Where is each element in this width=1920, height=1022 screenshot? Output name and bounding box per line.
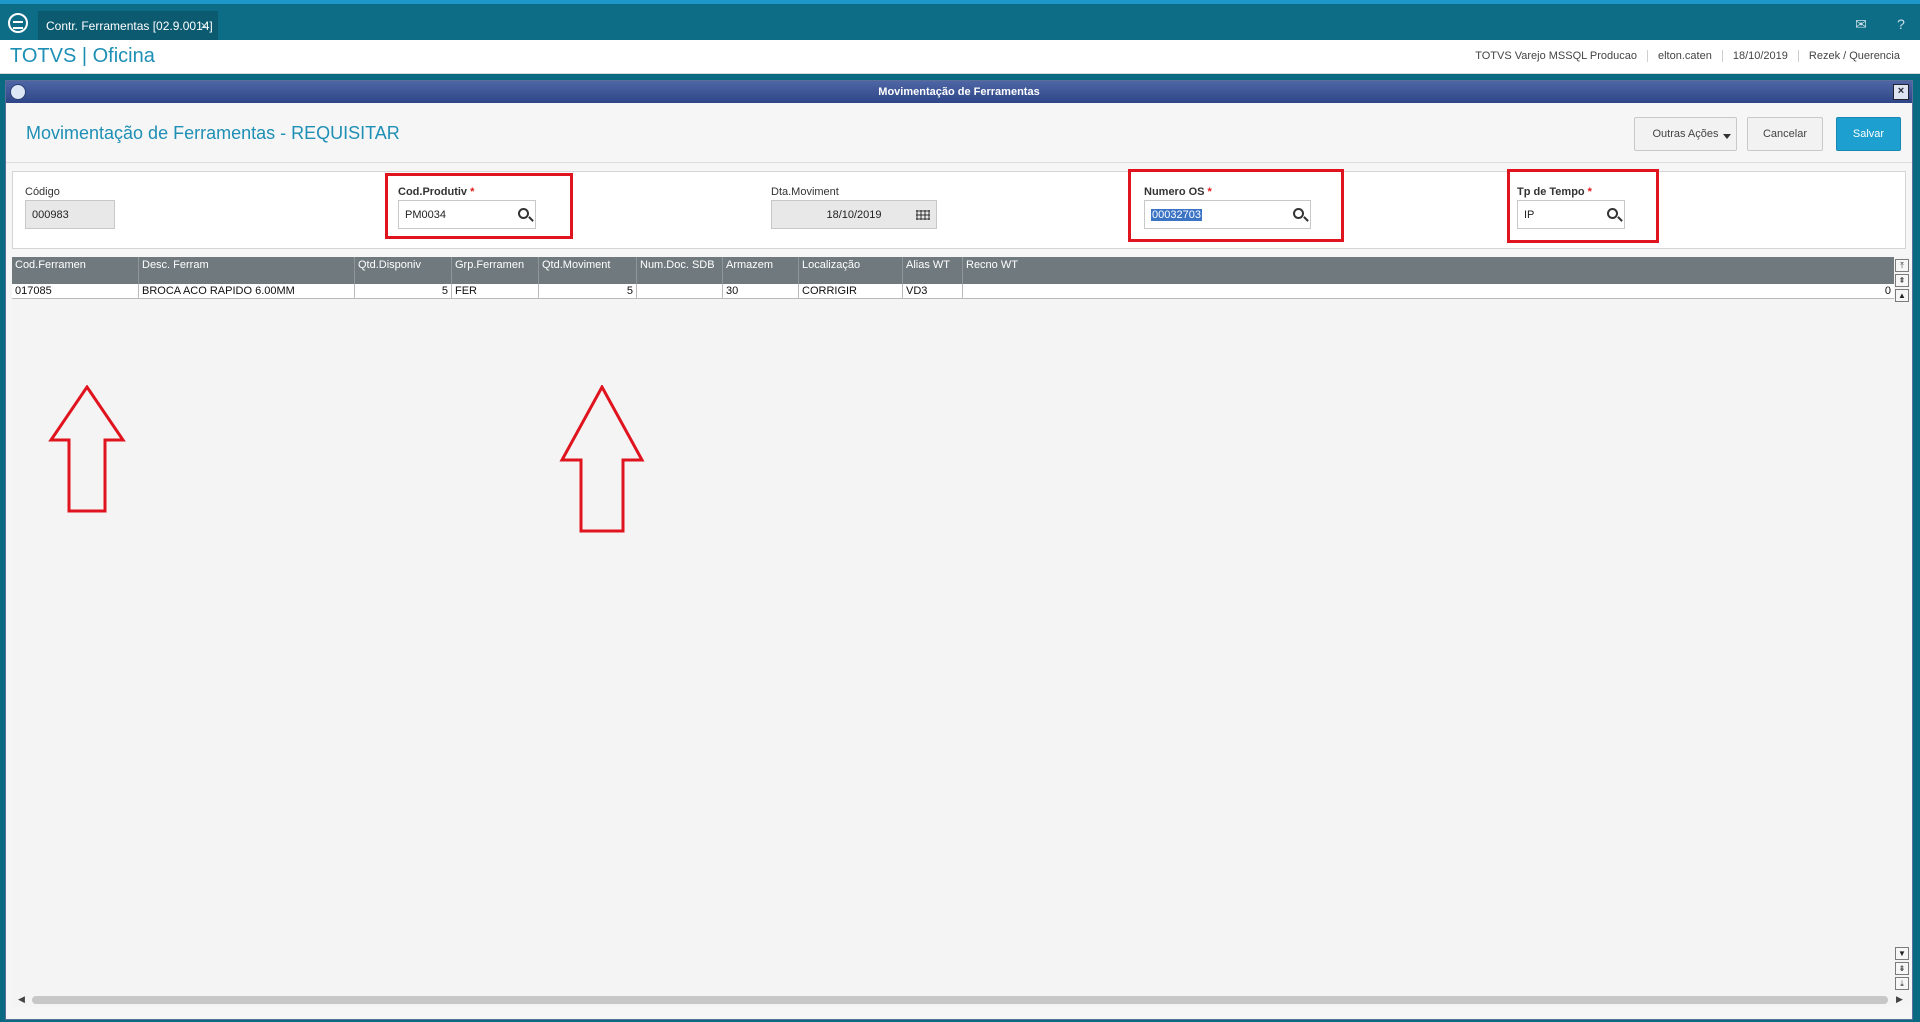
form-panel: Código 000983 Cod.Produtiv * PM0034 Dta.M… — [12, 169, 1906, 249]
user-label: elton.caten — [1647, 50, 1722, 62]
close-icon[interactable]: × — [1893, 84, 1909, 100]
chevron-down-icon — [1723, 134, 1731, 139]
calendar-icon[interactable] — [916, 210, 930, 220]
annotation-arrow-up — [48, 385, 126, 513]
table-row[interactable]: 017085 BROCA ACO RAPIDO 6.00MM 5 FER 5 3… — [12, 284, 1894, 299]
outras-acoes-label: Outras Ações — [1652, 128, 1719, 140]
tab-close-icon[interactable]: × — [200, 18, 208, 33]
column-header[interactable]: Armazem — [723, 257, 799, 284]
cell-cod-ferramen: 017085 — [12, 284, 139, 299]
cell-recno-wt: 0 — [1884, 285, 1891, 297]
grid-header: Cod.Ferramen Desc. Ferram Qtd.Disponiv G… — [12, 257, 1894, 284]
brand-title: TOTVS | Oficina — [10, 45, 155, 67]
dialog-titlebar: Movimentação de Ferramentas × — [6, 81, 1912, 103]
dta-moviment-label: Dta.Moviment — [771, 186, 839, 198]
environment-label: TOTVS Varejo MSSQL Producao — [1475, 50, 1637, 62]
scroll-up-icon[interactable]: ▲ — [1895, 289, 1909, 302]
app-header: TOTVS | Oficina TOTVS Varejo MSSQL Produ… — [0, 40, 1920, 74]
tools-grid: Cod.Ferramen Desc. Ferram Qtd.Disponiv G… — [12, 257, 1894, 1007]
tab-contr-ferramentas[interactable]: Contr. Ferramentas [02.9.0014] × — [38, 11, 218, 41]
codigo-label: Código — [25, 186, 60, 198]
scroll-down-icon[interactable]: ▼ — [1895, 947, 1909, 960]
page-header: Movimentação de Ferramentas - REQUISITAR… — [6, 103, 1912, 163]
scroll-bottom-icon[interactable]: ⤓ — [1895, 977, 1909, 990]
column-header[interactable]: Recno WT — [963, 257, 1894, 284]
column-header[interactable]: Num.Doc. SDB — [637, 257, 723, 284]
cell-num-doc-sdb — [637, 284, 723, 299]
column-header[interactable]: Qtd.Disponiv — [355, 257, 452, 284]
date-label: 18/10/2019 — [1721, 50, 1798, 62]
dialog-icon — [10, 84, 26, 100]
scroll-page-down-icon[interactable]: ⇟ — [1895, 962, 1909, 975]
cell-desc-ferram: BROCA ACO RAPIDO 6.00MM — [139, 284, 355, 299]
scroll-top-icon[interactable]: ⤒ — [1895, 259, 1909, 272]
envelope-icon[interactable]: ✉ — [1852, 16, 1870, 32]
help-icon[interactable]: ? — [1892, 16, 1910, 32]
scroll-right-icon[interactable]: ▶ — [1896, 994, 1903, 1005]
column-header[interactable]: Alias WT — [903, 257, 963, 284]
dta-moviment-input[interactable]: 18/10/2019 — [771, 200, 937, 229]
scroll-page-up-icon[interactable]: ⇞ — [1895, 274, 1909, 287]
codigo-input[interactable]: 000983 — [25, 200, 115, 229]
outras-acoes-button[interactable]: Outras Ações — [1634, 117, 1737, 151]
system-info: TOTVS Varejo MSSQL Producao elton.caten … — [1465, 50, 1910, 62]
branch-label[interactable]: Rezek / Querencia — [1797, 50, 1910, 62]
highlight-box-tp-tempo — [1507, 169, 1659, 243]
highlight-box-cod-produtiv — [385, 173, 573, 239]
cell-qtd-disponiv: 5 — [355, 284, 452, 299]
dta-moviment-value: 18/10/2019 — [826, 209, 882, 221]
highlight-box-numero-os — [1128, 169, 1344, 242]
horizontal-scrollbar[interactable]: ◀ ▶ — [12, 993, 1910, 1007]
dialog-title: Movimentação de Ferramentas — [878, 86, 1040, 98]
cell-grp-ferramen: FER — [452, 284, 539, 299]
movimentacao-dialog: Movimentação de Ferramentas × Movimentaç… — [5, 80, 1913, 1020]
cell-alias-wt: VD3 — [903, 284, 963, 299]
cell-armazem: 30 — [723, 284, 799, 299]
cell-qtd-moviment: 5 — [539, 284, 637, 299]
totvs-logo-icon[interactable] — [8, 13, 28, 33]
page-title: Movimentação de Ferramentas - REQUISITAR — [26, 123, 400, 143]
column-header[interactable]: Localização — [799, 257, 903, 284]
top-bar: Contr. Ferramentas [02.9.0014] × ✉ ? — [0, 0, 1920, 41]
scroll-thumb[interactable] — [32, 996, 1888, 1004]
column-header[interactable]: Qtd.Moviment — [539, 257, 637, 284]
column-header[interactable]: Desc. Ferram — [139, 257, 355, 284]
vertical-scrollbar[interactable]: ⤒ ⇞ ▲ ▼ ⇟ ⤓ — [1894, 257, 1910, 993]
cancel-button[interactable]: Cancelar — [1747, 117, 1823, 151]
tab-label: Contr. Ferramentas [02.9.0014] — [46, 19, 213, 33]
scroll-left-icon[interactable]: ◀ — [18, 994, 25, 1005]
save-button[interactable]: Salvar — [1836, 117, 1901, 151]
annotation-arrow-up — [559, 385, 645, 533]
cell-localizacao: CORRIGIR — [799, 284, 903, 299]
column-header[interactable]: Cod.Ferramen — [12, 257, 139, 284]
column-header[interactable]: Grp.Ferramen — [452, 257, 539, 284]
